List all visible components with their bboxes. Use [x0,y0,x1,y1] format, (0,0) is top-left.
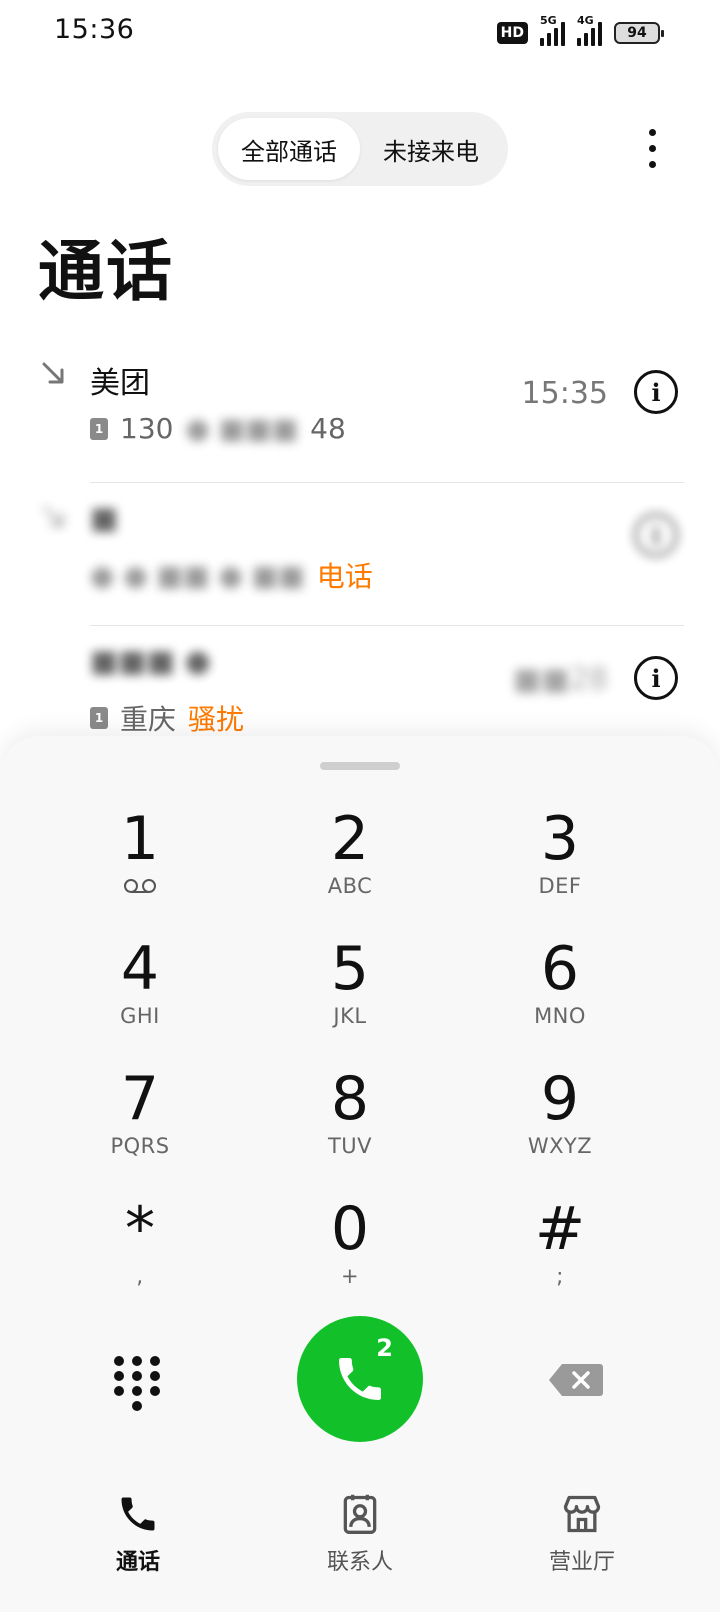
battery-icon: 94 [614,22,664,44]
key-7[interactable]: 7 PQRS [60,1066,220,1176]
keypad-toggle-icon[interactable] [114,1356,164,1412]
key-0[interactable]: 0 + [270,1196,430,1306]
dialer-sheet: 1 2 ABC 3 DEF 4 GHI 5 JKL 6 MNO 7 PQRS 8… [0,736,720,1612]
nav-label: 营业厅 [548,1550,615,1575]
caller-name-redacted: ■ [90,501,119,536]
contacts-icon [343,1494,377,1534]
call-time-redacted: ■■28 [513,662,608,697]
hd-voice-icon: HD [496,22,528,44]
battery-level: 94 [627,25,647,41]
call-log-item[interactable]: ■ ● ● ■■ ● ■■ 电话 i [0,483,720,626]
store-icon [563,1495,601,1533]
phone-icon [121,1497,155,1531]
caller-name: 美团 [90,366,150,401]
info-icon[interactable]: i [634,513,678,557]
caller-number: 130 [120,412,174,445]
status-icons: HD 5G 4G 94 [496,14,664,48]
dialer-actions: 2 [0,1316,720,1446]
key-4[interactable]: 4 GHI [60,936,220,1046]
nav-label: 联系人 [326,1550,393,1575]
key-9[interactable]: 9 WXYZ [480,1066,640,1176]
nav-store[interactable]: 营业厅 [502,1492,662,1576]
caller-details: ● ● ■■ ● ■■ 电话 [90,555,373,595]
caller-details: 1 130 ● ■■■ 48 [90,412,346,445]
redacted-number: ● ■■■ [185,412,299,445]
key-8[interactable]: 8 TUV [270,1066,430,1176]
signal-5g-icon: 5G [540,14,565,46]
caller-name-redacted: ■■■ ● [90,644,211,679]
call-time: 15:35 [521,376,608,411]
caller-details: 1 重庆 骚扰 [90,698,244,738]
incoming-call-arrow-icon [42,362,64,384]
keypad: 1 2 ABC 3 DEF 4 GHI 5 JKL 6 MNO 7 PQRS 8… [0,806,720,1326]
voicemail-icon [124,879,156,893]
key-1[interactable]: 1 [60,806,220,916]
incoming-call-arrow-icon [42,505,64,527]
caller-tag: 电话 [316,560,373,593]
key-star[interactable]: * , [60,1196,220,1306]
nav-contacts[interactable]: 联系人 [280,1492,440,1576]
tab-missed-calls[interactable]: 未接来电 [360,118,502,180]
key-hash[interactable]: # ; [480,1196,640,1306]
backspace-icon[interactable] [548,1362,604,1398]
sim-1-icon: 1 [90,417,108,440]
signal-4g-icon: 4G [577,14,602,46]
key-6[interactable]: 6 MNO [480,936,640,1046]
tab-all-calls[interactable]: 全部通话 [218,118,360,180]
info-icon[interactable]: i [634,656,678,700]
key-2[interactable]: 2 ABC [270,806,430,916]
call-sim-number: 2 [376,1334,393,1362]
call-log-item[interactable]: 美团 1 130 ● ■■■ 48 15:35 i [0,340,720,483]
info-icon[interactable]: i [634,370,678,414]
nav-label: 通话 [115,1550,160,1575]
more-options-icon[interactable] [640,124,664,172]
status-bar: 15:36 HD 5G 4G 94 [0,0,720,66]
nav-calls[interactable]: 通话 [58,1492,218,1576]
call-log-list: 美团 1 130 ● ■■■ 48 15:35 i ■ ● ● ■■ ● ■■ … [0,340,720,769]
caller-location: 重庆 [120,703,177,736]
drag-handle[interactable] [320,762,400,770]
key-5[interactable]: 5 JKL [270,936,430,1046]
page-title: 通话 [38,233,174,310]
caller-tag: 骚扰 [188,703,245,736]
call-filter-tabs: 全部通话 未接来电 [212,112,508,186]
redacted-number: ● ● ■■ ● ■■ [90,558,305,592]
call-button[interactable]: 2 [297,1316,423,1442]
caller-number-tail: 48 [310,412,346,445]
key-3[interactable]: 3 DEF [480,806,640,916]
bottom-nav: 通话 联系人 营业厅 [0,1472,720,1612]
status-time: 15:36 [54,14,135,45]
sim-1-icon: 1 [90,707,108,729]
